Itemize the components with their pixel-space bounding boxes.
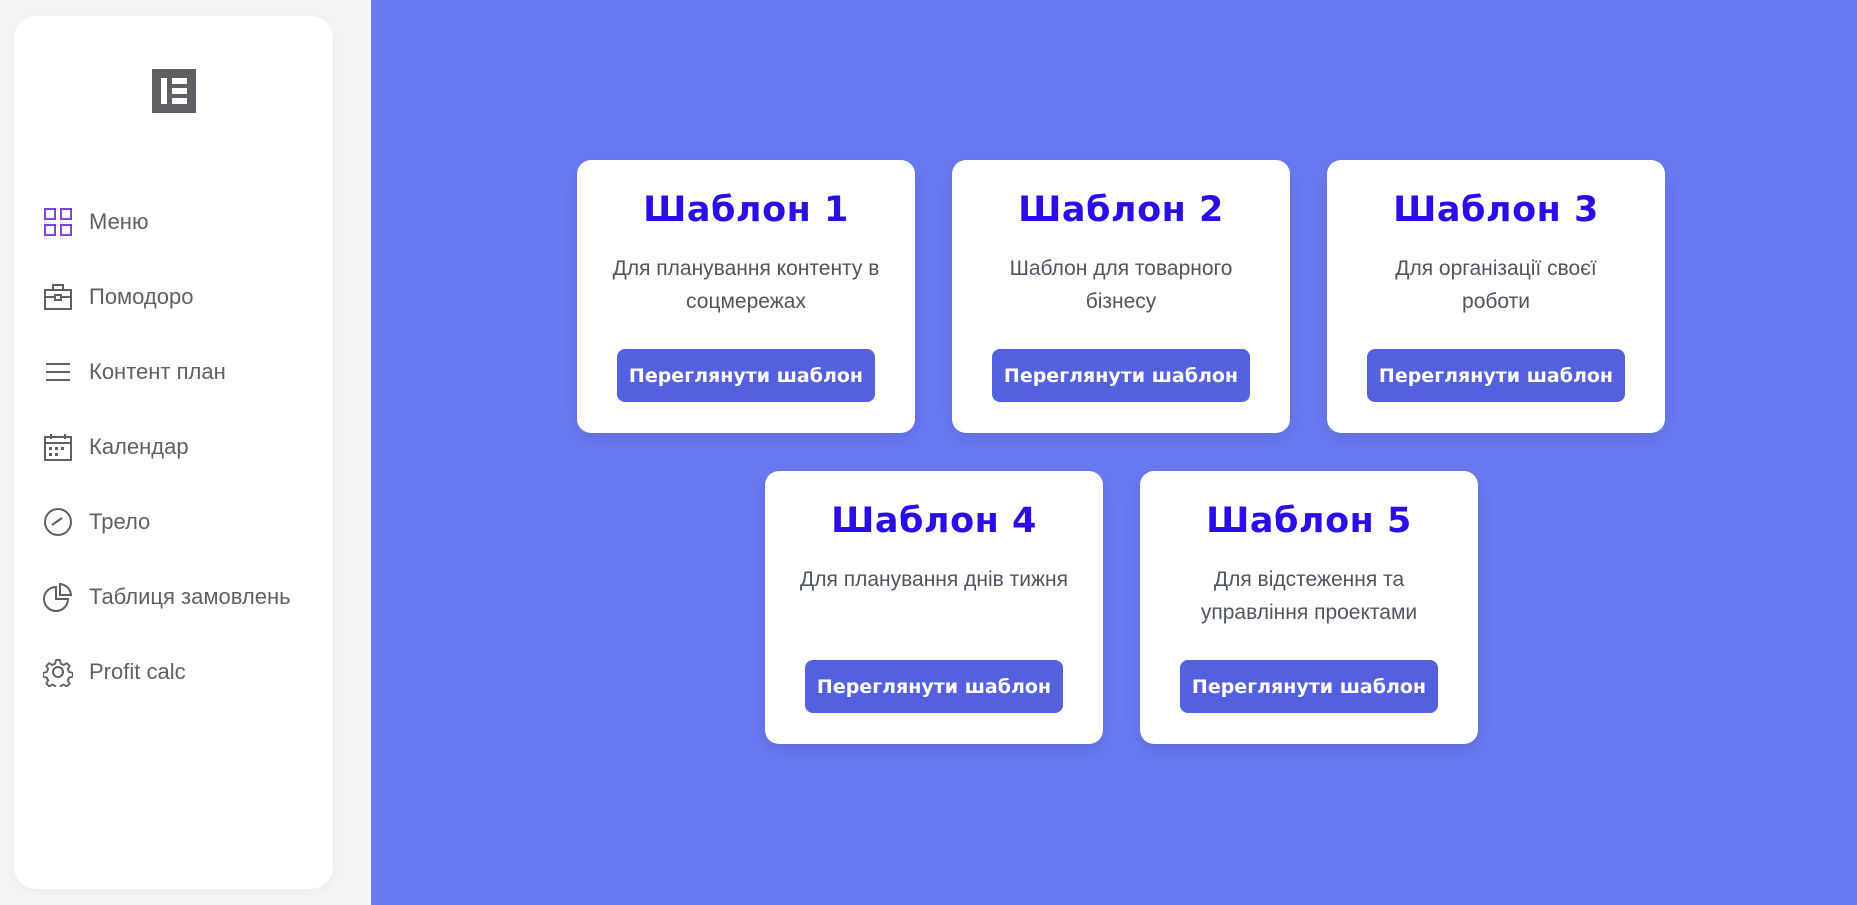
template-description: Для планування днів тижня [800,568,1068,591]
template-description: Для відстеження та управління проектами [1200,568,1418,624]
sidebar-item-label: Profit calc [89,658,186,684]
template-card-1: Шаблон 1 Для планування контенту в соцме… [577,160,915,433]
briefcase-icon [42,281,74,313]
template-description: Шаблон для товарного бізнесу [1009,257,1233,313]
template-card-2: Шаблон 2 Шаблон для товарного бізнесу Пе… [952,160,1290,433]
template-title: Шаблон 4 [831,501,1037,541]
sidebar-item-label: Трело [89,508,151,534]
sidebar-item-label: Таблиця замовлень [89,583,291,609]
view-template-button[interactable]: Переглянути шаблон [617,349,875,402]
template-card-5: Шаблон 5 Для відстеження та управління п… [1140,471,1478,744]
sidebar-item-menu[interactable]: Меню [42,184,322,259]
sidebar-item-profit-calc[interactable]: Profit calc [42,634,322,709]
template-card-4: Шаблон 4 Для планування днів тижня Перег… [765,471,1103,744]
template-title: Шаблон 1 [643,190,849,230]
sidebar-item-calendar[interactable]: Календар [42,409,322,484]
view-template-button[interactable]: Переглянути шаблон [1180,660,1438,713]
view-template-button[interactable]: Переглянути шаблон [992,349,1250,402]
view-template-button[interactable]: Переглянути шаблон [805,660,1063,713]
sidebar-item-label: Контент план [89,358,226,384]
template-title: Шаблон 5 [1206,501,1412,541]
sidebar-item-label: Помодоро [89,283,194,309]
template-card-3: Шаблон 3 Для організації своєї роботи Пе… [1327,160,1665,433]
sidebar-item-orders-table[interactable]: Таблиця замовлень [42,559,322,634]
sidebar: Меню Помодоро Контент план Календар Трел… [14,16,333,889]
view-template-button[interactable]: Переглянути шаблон [1367,349,1625,402]
gauge-icon [42,506,74,538]
elementor-logo-icon[interactable] [145,62,203,120]
template-title: Шаблон 2 [1018,190,1224,230]
template-title: Шаблон 3 [1393,190,1599,230]
pie-chart-icon [42,581,74,613]
template-description: Для планування контенту в соцмережах [612,257,880,313]
sidebar-item-content-plan[interactable]: Контент план [42,334,322,409]
sidebar-item-trello[interactable]: Трело [42,484,322,559]
templates-area: Шаблон 1 Для планування контенту в соцме… [371,0,1857,905]
template-description: Для організації своєї роботи [1395,257,1597,313]
app: Меню Помодоро Контент план Календар Трел… [0,0,1857,905]
grid-icon [42,206,74,238]
sidebar-item-label: Меню [89,208,149,234]
gear-icon [42,656,74,688]
sidebar-item-pomodoro[interactable]: Помодоро [42,259,322,334]
calendar-icon [42,431,74,463]
sidebar-item-label: Календар [89,433,189,459]
sidebar-nav: Меню Помодоро Контент план Календар Трел… [42,184,322,709]
sidebar-area: Меню Помодоро Контент план Календар Трел… [0,0,371,905]
menu-lines-icon [42,356,74,388]
